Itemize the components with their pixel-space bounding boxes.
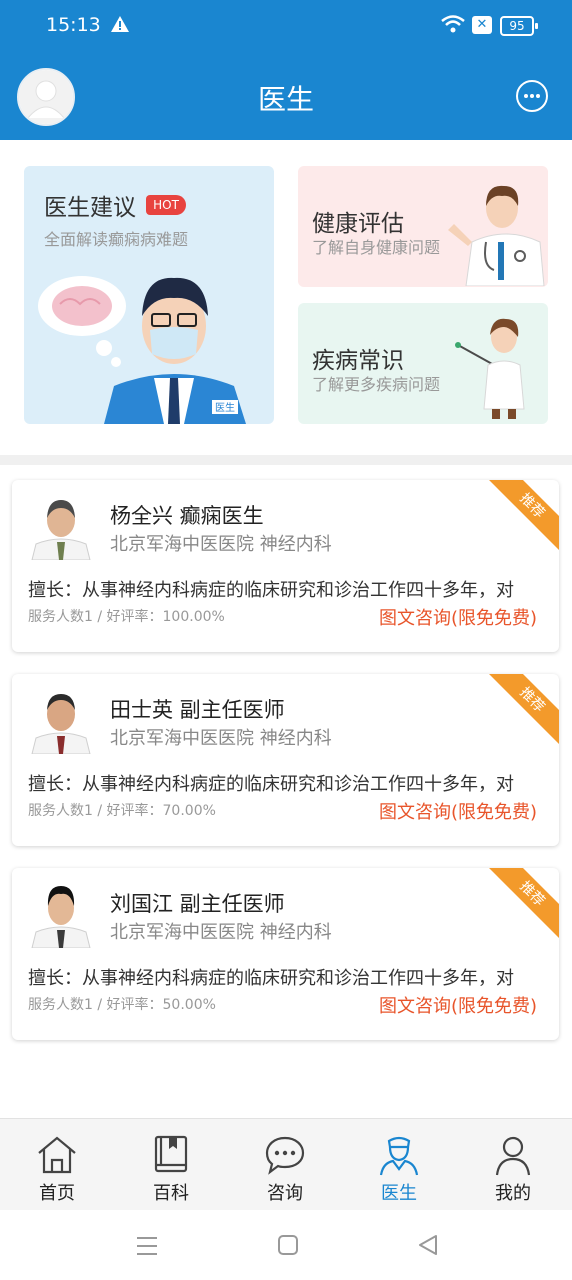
status-bar: 15:13 ✕ 95: [0, 0, 572, 50]
doctor-name: 刘国江 副主任医师: [110, 892, 285, 916]
doctor-hospital: 北京军海中医医院 神经内科: [110, 922, 332, 943]
doctor-photo: [31, 694, 91, 754]
tab-encyclopedia-label: 百科: [153, 1183, 189, 1204]
tab-consult[interactable]: 咨询: [228, 1129, 342, 1205]
page-title: 医生: [257, 83, 314, 116]
app-bar: 医生: [0, 50, 572, 140]
tab-profile-label: 我的: [495, 1183, 531, 1204]
back-icon[interactable]: [418, 1235, 438, 1255]
chat-icon: [265, 1136, 305, 1175]
consult-button[interactable]: 图文咨询(限免免费): [379, 604, 537, 630]
doctor-stethoscope-illustration: [448, 185, 545, 286]
doctor-specialty: 擅长：从事神经内科病症的临床研究和诊治工作四十多年，对: [28, 968, 514, 989]
wifi-icon: [441, 15, 465, 33]
doctor-specialty: 擅长：从事神经内科病症的临床研究和诊治工作四十多年，对: [28, 580, 514, 601]
battery-indicator: 95: [500, 16, 538, 36]
nurse-pointer-illustration: [455, 318, 525, 419]
doctor-advice-subtitle: 全面解读癫痫病难题: [44, 230, 189, 249]
doctor-icon: [379, 1136, 419, 1176]
consult-button[interactable]: 图文咨询(限免免费): [379, 798, 537, 824]
doctor-card[interactable]: 田士英 副主任医师 北京军海中医医院 神经内科 擅长：从事神经内科病症的临床研究…: [12, 674, 559, 846]
doctor-specialty: 擅长：从事神经内科病症的临床研究和诊治工作四十多年，对: [28, 774, 514, 795]
doctor-name: 杨全兴 癫痫医生: [110, 504, 264, 528]
warning-icon: [111, 16, 129, 32]
menu-icon[interactable]: [136, 1236, 158, 1256]
consult-button[interactable]: 图文咨询(限免免费): [379, 992, 537, 1018]
doctor-hospital: 北京军海中医医院 神经内科: [110, 534, 332, 555]
hot-badge: HOT: [146, 195, 186, 215]
system-nav-bar: [0, 1210, 572, 1280]
doctor-photo: [31, 886, 91, 948]
doctor-stats: 服务人数1 / 好评率：50.00%: [28, 997, 216, 1013]
more-options-icon[interactable]: [516, 80, 548, 112]
tab-doctor-label: 医生: [381, 1183, 417, 1204]
recommend-ribbon: 推荐: [484, 480, 559, 554]
bottom-tab-bar: 首页 百科 咨询 医生 我的: [0, 1118, 572, 1211]
home-square-icon[interactable]: [278, 1235, 298, 1255]
doctor-hospital: 北京军海中医医院 神经内科: [110, 728, 332, 749]
tab-home-label: 首页: [39, 1183, 75, 1204]
doctor-card[interactable]: 刘国江 副主任医师 北京军海中医医院 神经内科 擅长：从事神经内科病症的临床研究…: [12, 868, 559, 1040]
disease-knowledge-card[interactable]: 疾病常识 了解更多疾病问题: [298, 303, 548, 424]
doctor-name: 田士英 副主任医师: [110, 698, 285, 722]
sim-icon: ✕: [472, 16, 492, 34]
disease-knowledge-title: 疾病常识: [312, 348, 404, 374]
doctor-stats: 服务人数1 / 好评率：100.00%: [28, 609, 225, 625]
doctor-card[interactable]: 杨全兴 癫痫医生 北京军海中医医院 神经内科 擅长：从事神经内科病症的临床研究和…: [12, 480, 559, 652]
section-divider: [0, 455, 572, 465]
health-assessment-card[interactable]: 健康评估 了解自身健康问题: [298, 166, 548, 287]
health-assessment-title: 健康评估: [312, 211, 404, 237]
profile-icon: [495, 1136, 531, 1176]
recommend-ribbon: 推荐: [484, 868, 559, 942]
disease-knowledge-subtitle: 了解更多疾病问题: [312, 375, 441, 394]
doctor-with-mask-illustration: 医生: [38, 276, 246, 424]
tab-profile[interactable]: 我的: [456, 1129, 570, 1205]
recommend-ribbon: 推荐: [484, 674, 559, 748]
doctor-photo: [31, 500, 91, 560]
health-assessment-subtitle: 了解自身健康问题: [312, 238, 441, 257]
home-icon: [38, 1136, 76, 1174]
tab-doctor[interactable]: 医生: [342, 1129, 456, 1205]
svg-text:医生: 医生: [215, 401, 235, 414]
tab-encyclopedia[interactable]: 百科: [114, 1129, 228, 1205]
book-icon: [154, 1135, 188, 1173]
tab-home[interactable]: 首页: [0, 1129, 114, 1205]
tab-consult-label: 咨询: [267, 1183, 303, 1204]
status-time: 15:13: [46, 14, 101, 36]
doctor-stats: 服务人数1 / 好评率：70.00%: [28, 803, 216, 819]
doctor-advice-title: 医生建议: [44, 195, 136, 221]
